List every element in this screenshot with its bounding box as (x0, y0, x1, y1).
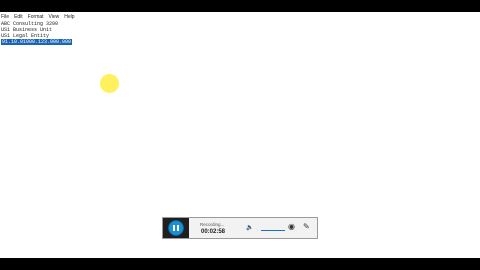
menu-view[interactable]: View (49, 14, 60, 20)
menu-edit[interactable]: Edit (14, 14, 23, 20)
recording-status: Recording... (200, 222, 225, 227)
pause-icon-bar (177, 225, 179, 231)
pen-icon[interactable]: ✎ (303, 223, 310, 231)
menu-format[interactable]: Format (28, 14, 44, 20)
selected-text[interactable]: 01.10.01000.123.000.000 (1, 39, 73, 45)
menu-file[interactable]: File (1, 14, 9, 20)
pause-icon (173, 225, 175, 231)
recorder-control-panel (163, 218, 189, 238)
volume-slider[interactable] (261, 230, 285, 231)
volume-icon[interactable]: 🔈 (246, 225, 253, 231)
mouse-cursor-highlight (100, 74, 119, 93)
recording-timer: 00:02:58 (201, 229, 226, 235)
webcam-icon[interactable]: ◉ (288, 223, 295, 231)
menu-bar: File Edit Format View Help (0, 12, 480, 21)
recording-toolbar: Recording... 00:02:58 🔈 ◉ ✎ (162, 217, 318, 239)
menu-help[interactable]: Help (64, 14, 74, 20)
text-editor[interactable]: ABC Consulting 3200 US1 Business Unit US… (1, 21, 73, 45)
pause-button[interactable] (168, 220, 184, 236)
text-line: 01.10.01000.123.000.000 (1, 39, 73, 45)
